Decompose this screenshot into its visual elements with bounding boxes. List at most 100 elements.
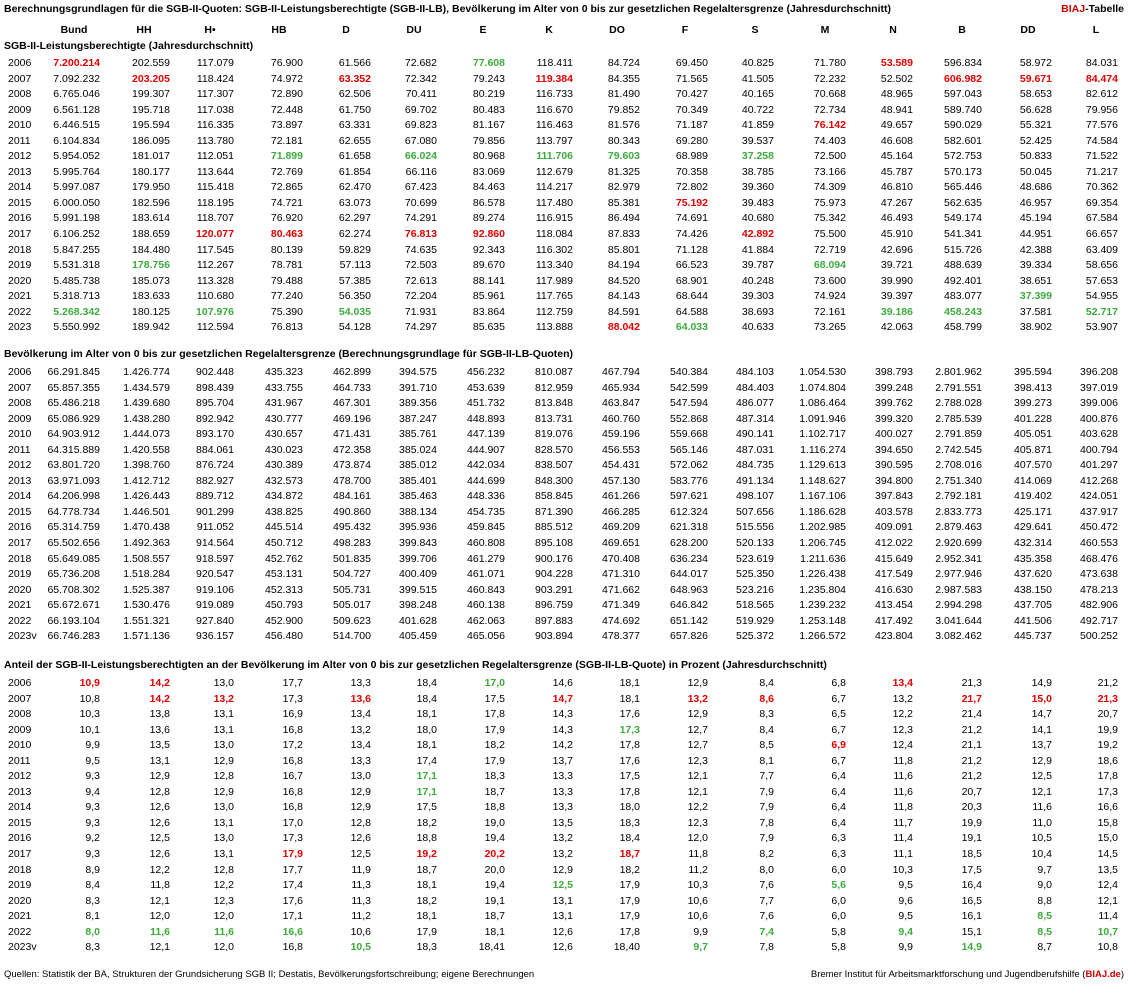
table-cell: 46.493 (880, 212, 913, 225)
table-cell: 13,5 (552, 816, 573, 829)
table-cell: 6,4 (831, 785, 846, 798)
table-cell: 13,1 (552, 894, 573, 907)
table-cell: 12,2 (892, 708, 913, 721)
table-cell: 412.022 (875, 537, 913, 550)
table-cell: 900.176 (535, 552, 573, 565)
table-cell: 54.128 (338, 321, 371, 334)
table-cell: 84.031 (1085, 57, 1118, 69)
table-cell: 407.570 (1014, 459, 1052, 472)
table-cell: 17,3 (1097, 785, 1118, 798)
table-cell: 904.228 (535, 568, 573, 581)
table-cell: 79.856 (472, 134, 505, 147)
table-cell: 17,9 (619, 894, 640, 907)
column-header: K (545, 24, 553, 36)
table-cell: 13,3 (552, 801, 573, 814)
table-cell: 8,2 (759, 848, 774, 861)
table-cell: 390.595 (875, 459, 913, 472)
table-cell: 484.103 (736, 366, 774, 378)
table-cell: 400.876 (1080, 412, 1118, 425)
table-cell: 2.751.340 (935, 474, 982, 487)
table-cell: 13,4 (350, 708, 371, 721)
table-cell: 114.217 (535, 181, 573, 194)
table-cell: 5.847.255 (53, 243, 100, 256)
row-year: 2008 (8, 708, 32, 721)
row-year: 2013 (8, 785, 32, 798)
table-cell: 919.089 (196, 599, 234, 612)
table-cell: 2.833.773 (935, 505, 982, 518)
table-cell: 189.942 (132, 321, 170, 334)
table-row: 2010 9,9 13,5 13,0 17,2 13,4 18,1 18,2 14,2 17,8 1… (0, 738, 1130, 754)
table-cell: 16,6 (282, 925, 303, 938)
table-cell: 483.077 (944, 290, 982, 303)
table-cell: 582.601 (944, 134, 982, 147)
table-cell: 2.742.545 (935, 443, 982, 456)
row-year: 2007 (8, 692, 32, 705)
table-cell: 72.342 (404, 72, 437, 85)
footer-link[interactable]: BIAJ.de (1085, 969, 1120, 980)
table-cell: 39.397 (880, 290, 913, 303)
table-cell: 552.868 (670, 412, 708, 425)
table-cell: 66.193.104 (47, 614, 100, 627)
table-cell: 902.448 (196, 366, 234, 378)
table-cell: 7,8 (759, 816, 774, 829)
row-year: 2010 (8, 119, 32, 132)
table-cell: 10,6 (687, 894, 708, 907)
table-cell: 8,5 (1037, 925, 1052, 938)
table-cell: 84.143 (607, 290, 640, 303)
table-row: 2015 64.778.734 1.446.501 901.299 438.825 490… (0, 505, 1130, 521)
table-cell: 110.680 (196, 290, 234, 303)
table-cell: 432.314 (1014, 537, 1052, 550)
table-row: 2021 65.672.671 1.530.476 919.089 450.793 505… (0, 598, 1130, 614)
table-cell: 11,8 (893, 754, 913, 767)
table-cell: 1.551.321 (123, 614, 170, 627)
table-cell: 17,5 (961, 863, 982, 876)
table-cell: 8,5 (759, 739, 774, 752)
table-cell: 79.956 (1085, 103, 1118, 116)
table-cell: 1.518.284 (123, 568, 170, 581)
table-cell: 1.434.579 (123, 381, 170, 394)
table-cell: 3.041.644 (935, 614, 982, 627)
row-year: 2012 (8, 459, 32, 472)
table-cell: 9,3 (85, 848, 100, 861)
table-cell: 467.794 (602, 366, 640, 378)
table-cell: 11,3 (351, 894, 371, 907)
table-row: 2007 65.857.355 1.434.579 898.439 433.755 464… (0, 381, 1130, 397)
table-cell: 465.934 (602, 381, 640, 394)
table-cell: 18,4 (619, 832, 640, 845)
table-cell: 636.234 (670, 552, 708, 565)
table-cell: 65.736.208 (47, 568, 100, 581)
table-cell: 5.995.764 (53, 165, 100, 178)
table-cell: 73.600 (813, 274, 846, 287)
table-cell: 40.680 (741, 212, 774, 225)
table-cell: 40.248 (741, 274, 774, 287)
table-cell: 18,2 (484, 739, 505, 752)
table-cell: 1.102.717 (799, 428, 846, 441)
table-cell: 505.017 (333, 599, 371, 612)
table-cell: 464.733 (333, 381, 371, 394)
table-cell: 19,1 (484, 894, 505, 907)
table-cell: 113.644 (196, 165, 234, 178)
table-cell: 6,5 (831, 708, 846, 721)
table-cell: 445.737 (1014, 630, 1052, 643)
table-cell: 6,4 (831, 816, 846, 829)
table-cell: 456.232 (467, 366, 505, 378)
table-cell: 14,2 (149, 692, 170, 705)
table-cell: 13,1 (213, 708, 234, 721)
row-year: 2017 (8, 848, 32, 861)
table-cell: 72.500 (813, 150, 846, 163)
table-cell: 456.480 (265, 630, 303, 643)
table-cell: 911.052 (196, 521, 234, 534)
table-cell: 62.274 (338, 228, 371, 241)
table-cell: 10,6 (687, 910, 708, 923)
table-cell: 813.848 (535, 397, 573, 410)
table-cell: 39.537 (741, 134, 774, 147)
table-cell: 13,4 (892, 677, 913, 689)
table-cell: 400.027 (875, 428, 913, 441)
table-cell: 13,1 (213, 723, 234, 736)
table-cell: 115.418 (196, 181, 234, 194)
table-cell: 1.438.280 (123, 412, 170, 425)
table-cell: 398.413 (1014, 381, 1052, 394)
table-cell: 415.649 (875, 552, 913, 565)
table-cell: 400.409 (399, 568, 437, 581)
table-cell: 897.883 (535, 614, 573, 627)
